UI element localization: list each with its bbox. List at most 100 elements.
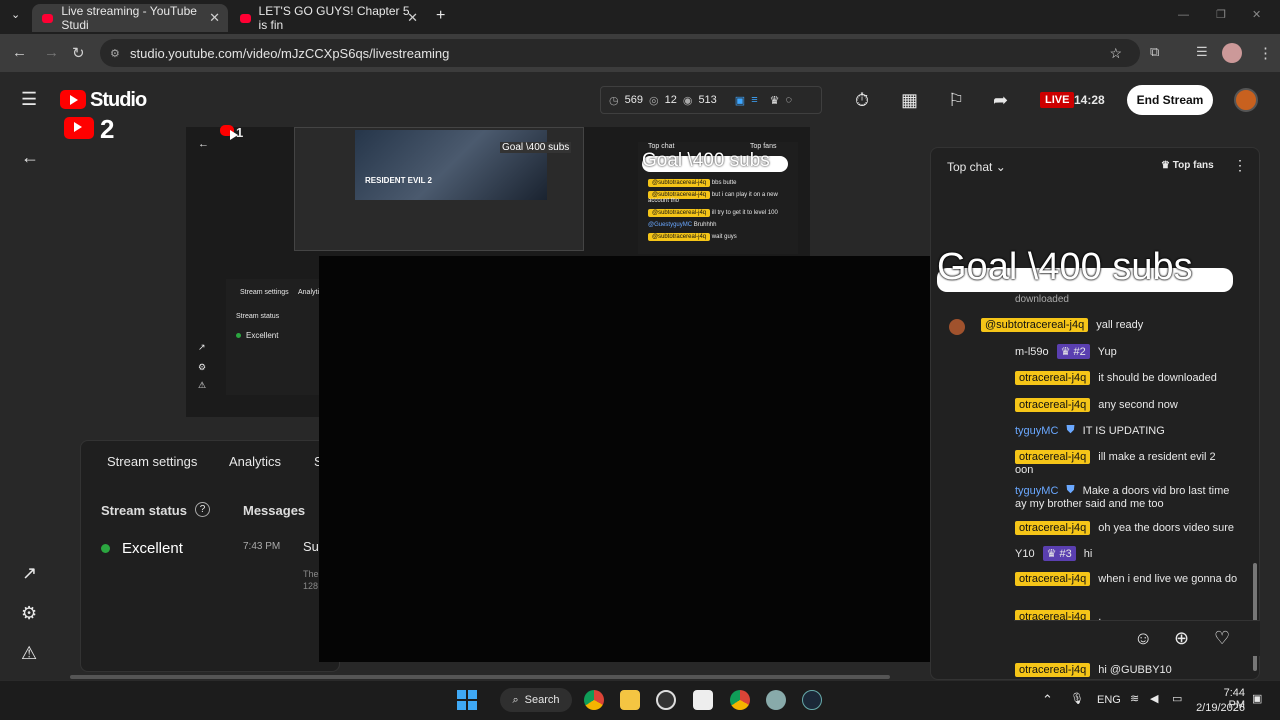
chat-message: otracereal-j4q it should be downloaded [1015,371,1217,385]
microphone-icon[interactable]: 🎙 [1070,692,1084,705]
media-controls-icon[interactable]: ☰ [1196,44,1208,60]
volume-icon[interactable]: ◀ [1150,692,1158,705]
nested-msg: @subtotracereal-j4q bbs butte [648,179,736,187]
chat-bubble-icon[interactable]: ◌ [786,94,793,106]
chat-menu-icon[interactable]: ⋮ [1233,158,1247,172]
nested-msg: @subtotracereal-j4q wait guys [648,233,737,241]
url-field[interactable]: ⚙ studio.youtube.com/video/mJzCCXpS6qs/l… [100,39,1140,67]
chat-message: @subtotracereal-j4q yall ready [981,318,1143,332]
top-fans-button[interactable]: ♛ Top fans [1161,160,1214,171]
language-indicator[interactable]: ENG [1097,694,1121,706]
forward-icon[interactable]: → [44,44,59,61]
tab-analytics[interactable]: Analytics [229,454,281,469]
tab-title: LET'S GO GUYS! Chapter 5 is fin [258,4,410,32]
capcut-icon[interactable] [693,690,713,710]
minimize-button[interactable]: — [1178,10,1189,21]
game-art [355,130,547,200]
bookmark-icon[interactable]: ⚐ [948,91,964,109]
clapperboard-icon[interactable]: ▦ [901,91,918,109]
add-icon[interactable]: ⊕ [1174,629,1189,647]
browser-menu-icon[interactable]: ⋮ [1258,44,1273,62]
maximize-button[interactable]: ❐ [1216,10,1226,21]
timer-icon[interactable]: ⏱ [855,91,869,109]
tray-chevron-icon[interactable]: ⌃ [1042,692,1053,708]
live-badge: LIVE [1040,92,1075,108]
close-window-button[interactable]: ✕ [1252,10,1261,21]
black-overlay [319,256,1015,662]
chat-message: otracereal-j4q when i end live we gonna d… [1015,572,1237,586]
settings-app-icon[interactable] [766,690,786,710]
obs-icon[interactable] [656,690,676,710]
nested-screen: RESIDENT EVIL 2 Goal \400 subs [294,127,584,251]
nested-settings-icon: ⚙ [198,362,207,372]
nested-tab: Analyti [298,289,320,296]
trophy-icon[interactable]: ♛ [770,94,780,107]
nested-number: 1 [236,125,244,140]
concurrent-count: 569 [624,94,643,106]
views-icon: ◉ [682,94,693,107]
chat-message: tyguyMC ⛊ IT IS UPDATING [1015,424,1165,437]
youtube-favicon-icon [42,13,54,23]
emoji-icon[interactable]: ☺ [1134,629,1152,647]
message-body-line: The [303,569,319,579]
message-body-line: 128 [303,581,319,591]
close-tab-icon[interactable]: ✕ [407,10,418,26]
hamburger-menu-icon[interactable]: ☰ [21,90,37,108]
nested-top-chat: Top chat [648,143,675,150]
tab-lets-go-guys[interactable]: LET'S GO GUYS! Chapter 5 is fin ✕ [230,4,426,32]
concurrent-viewers-icon: ◷ [609,94,619,107]
heart-icon[interactable]: ♡ [1214,629,1230,647]
chat-filter-icon[interactable]: ▣ [735,94,745,107]
nested-feedback-icon: ⚠ [198,380,207,390]
back-arrow-icon[interactable]: ← [21,148,39,166]
site-info-icon[interactable]: ⚙ [110,47,120,60]
reload-icon[interactable]: ↻ [72,44,85,62]
studio-sidebar: ← ↗ ⚙ ⚠ [0,128,60,680]
message-title: Su [303,539,319,554]
chrome-icon[interactable] [584,690,604,710]
nested-goal-text: Goal \400 subs [500,142,572,153]
back-icon[interactable]: ← [12,44,27,61]
profile-avatar[interactable] [1222,43,1242,63]
stream-stats: ◷ 569 ◎ 12 ◉ 513 ▣ ≡ ♛ ◌ [600,86,822,114]
stream-status-value: Excellent [122,540,183,557]
studio-brand: Studio [90,89,147,111]
battery-icon[interactable]: ▭ [1172,692,1182,705]
channel-avatar[interactable] [1234,88,1258,112]
nested-msg: @subtotracereal-j4q but i can play it on… [648,191,778,204]
taskbar-search[interactable]: ⌕ Search [500,688,572,712]
help-icon[interactable]: ? [195,502,210,517]
messages-label: Messages [243,503,306,518]
url-text: studio.youtube.com/video/mJzCCXpS6qs/liv… [130,45,450,61]
bookmark-star-icon[interactable]: ☆ [1109,45,1122,62]
popout-icon[interactable]: ↗ [22,564,37,582]
nested-top-fans: Top fans [750,143,777,150]
chat-message: tyguyMC ⛊ Make a doors vid bro last time [1015,484,1230,497]
feedback-icon[interactable]: ⚠ [21,644,37,662]
status-dot [101,544,110,553]
studio-header: ☰ Studio ◷ 569 ◎ 12 ◉ 513 ▣ ≡ ♛ ◌ ⏱ ▦ ⚐ … [0,72,1280,128]
top-chat-dropdown[interactable]: Top chat ⌄ [947,160,1006,174]
end-stream-button[interactable]: End Stream [1127,85,1213,115]
new-tab-button[interactable]: + [436,8,445,24]
tab-list-chevron-icon[interactable]: ⌄ [11,10,20,21]
steam-icon[interactable] [802,690,822,710]
tab-stream-settings[interactable]: Stream settings [107,454,197,469]
settings-icon[interactable]: ⚙ [21,604,37,622]
horizontal-scrollbar[interactable] [70,675,890,679]
tab-youtube-studio[interactable]: Live streaming - YouTube Studi ✕ [32,4,228,32]
list-icon[interactable]: ≡ [751,94,757,106]
clock-date[interactable]: 2/19/2026 [1196,702,1245,714]
youtube-studio: ☰ Studio ◷ 569 ◎ 12 ◉ 513 ▣ ≡ ♛ ◌ ⏱ ▦ ⚐ … [0,72,1280,680]
notifications-icon[interactable]: ▣ [1252,692,1262,705]
file-explorer-icon[interactable] [620,690,640,710]
windows-start-icon[interactable] [457,690,477,710]
close-tab-icon[interactable]: ✕ [209,10,220,26]
chat-message: otracereal-j4q any second now [1015,398,1178,412]
youtube-favicon-icon [240,13,251,23]
extensions-icon[interactable]: ⧉ [1150,44,1159,60]
share-icon[interactable]: ➦ [993,91,1008,109]
chrome-profile-icon[interactable] [730,690,750,710]
wifi-icon[interactable]: ≋ [1130,692,1139,705]
nested-tab: Stream settings [240,289,289,296]
